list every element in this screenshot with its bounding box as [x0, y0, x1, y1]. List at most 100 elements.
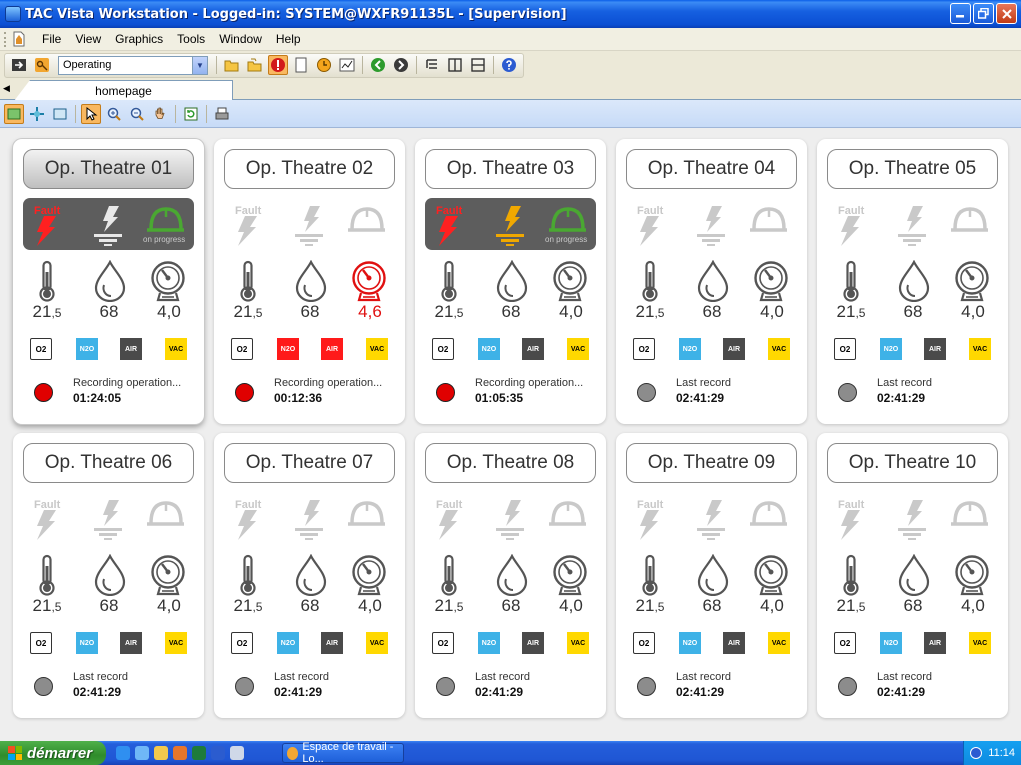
thermometer-icon	[238, 554, 258, 596]
event-button[interactable]	[314, 55, 334, 75]
trend-button[interactable]	[337, 55, 357, 75]
theatre-title-button[interactable]: Op. Theatre 09	[626, 443, 797, 483]
forward-button[interactable]	[391, 55, 411, 75]
fault-bolt-icon	[839, 216, 861, 246]
thermometer-icon	[439, 554, 459, 596]
tab-homepage[interactable]: homepage	[14, 80, 233, 101]
alarm-button[interactable]	[268, 55, 288, 75]
theatre-card: Op. Theatre 05 Fault 21,5 68 4,0 O2 N2O …	[817, 139, 1008, 424]
menu-graphics[interactable]: Graphics	[108, 32, 170, 46]
humidity-value: 68	[903, 596, 923, 615]
ie-icon[interactable]	[116, 746, 130, 760]
theatre-title-button[interactable]: Op. Theatre 03	[425, 149, 596, 189]
theatre-title-button[interactable]: Op. Theatre 08	[425, 443, 596, 483]
theatre-title-button[interactable]: Op. Theatre 05	[827, 149, 998, 189]
humidity-drop-icon	[493, 554, 531, 596]
excel-icon[interactable]	[192, 746, 206, 760]
on-progress-label: on progress	[545, 235, 588, 244]
fit-page-button[interactable]	[4, 103, 24, 124]
printer-icon	[215, 107, 229, 119]
hand-tool-button[interactable]	[150, 104, 170, 124]
split-horizontal-icon	[471, 58, 485, 72]
theatre-card: Op. Theatre 01 Fault on progress 21,5 68…	[13, 139, 204, 424]
fault-bolt-icon	[437, 510, 459, 540]
explorer-icon[interactable]	[154, 746, 168, 760]
fit-screen-button[interactable]	[50, 104, 70, 124]
theatre-title-button[interactable]: Op. Theatre 06	[23, 443, 194, 483]
windows-flag-icon	[8, 746, 22, 760]
theatre-title-button[interactable]: Op. Theatre 01	[23, 149, 194, 189]
taskbar-task-button[interactable]: Espace de travail - Lo...	[282, 741, 404, 765]
gas-air-label: AIR	[124, 639, 138, 647]
select-tool-button[interactable]	[81, 103, 101, 124]
theatre-title-button[interactable]: Op. Theatre 10	[827, 443, 998, 483]
gas-air-badge: AIR	[522, 632, 544, 654]
gas-air-label: AIR	[124, 345, 138, 353]
close-button[interactable]	[996, 3, 1017, 24]
record-time: 02:41:29	[877, 685, 926, 699]
start-button[interactable]: démarrer	[0, 741, 106, 765]
minimize-button[interactable]	[950, 3, 971, 24]
help-button[interactable]	[499, 55, 519, 75]
window-icon[interactable]	[230, 746, 244, 760]
zoom-out-button[interactable]	[127, 104, 147, 124]
temperature-value: 21,5	[620, 302, 680, 322]
gas-n2o-label: N2O	[883, 639, 899, 647]
open-folder-button[interactable]	[222, 55, 242, 75]
gas-vac-badge: VAC	[165, 338, 187, 360]
menu-view[interactable]: View	[68, 32, 108, 46]
folders-button[interactable]	[245, 55, 265, 75]
theatre-card: Op. Theatre 07 Fault 21,5 68 4,0 O2 N2O …	[214, 433, 405, 718]
humidity-drop-icon	[694, 554, 732, 596]
volume-icon[interactable]	[970, 747, 983, 759]
print-button[interactable]	[212, 104, 232, 124]
word-icon[interactable]	[211, 746, 225, 760]
temperature-int: 21	[233, 596, 253, 615]
humidity-drop-icon	[292, 554, 330, 596]
humidity-value: 68	[702, 302, 722, 321]
theatre-title-button[interactable]: Op. Theatre 02	[224, 149, 395, 189]
zoom-in-button[interactable]	[104, 104, 124, 124]
menu-window[interactable]: Window	[212, 32, 269, 46]
gas-air-badge: AIR	[321, 632, 343, 654]
gas-n2o-label: N2O	[280, 639, 296, 647]
alarm-icon	[271, 58, 285, 72]
restore-button[interactable]	[973, 3, 994, 24]
record-time: 02:41:29	[475, 685, 524, 699]
temperature-decimal: ,5	[855, 600, 866, 614]
menu-file[interactable]: File	[35, 32, 68, 46]
menu-help[interactable]: Help	[269, 32, 308, 46]
pan-button[interactable]	[27, 104, 47, 124]
document-icon[interactable]	[11, 31, 27, 47]
desktop-icon[interactable]	[135, 746, 149, 760]
temperature-decimal: ,5	[51, 306, 62, 320]
mode-select[interactable]: Operating ▼	[58, 55, 208, 75]
gas-o2-label: O2	[35, 344, 47, 354]
back-button[interactable]	[368, 55, 388, 75]
key-button[interactable]	[32, 55, 52, 75]
split-horizontal-button[interactable]	[468, 55, 488, 75]
gas-n2o-badge: N2O	[76, 338, 98, 360]
refresh-button[interactable]	[181, 104, 201, 124]
graphics-toolbar	[0, 100, 1021, 128]
tree-view-button[interactable]	[422, 55, 442, 75]
status-panel: Fault	[827, 492, 998, 544]
firefox-icon[interactable]	[173, 746, 187, 760]
chevron-down-icon[interactable]: ▼	[192, 56, 207, 74]
record-label: Recording operation...	[475, 377, 584, 389]
logout-button[interactable]	[9, 55, 29, 75]
split-vertical-button[interactable]	[445, 55, 465, 75]
tab-scroll-left-icon[interactable]: ◀	[3, 83, 10, 94]
gas-air-badge: AIR	[120, 632, 142, 654]
theatre-title-button[interactable]: Op. Theatre 07	[224, 443, 395, 483]
temperature-decimal: ,5	[252, 600, 263, 614]
gas-n2o-label: N2O	[481, 639, 497, 647]
theatre-card: Op. Theatre 08 Fault 21,5 68 4,0 O2 N2O …	[415, 433, 606, 718]
gas-o2-badge: O2	[231, 338, 253, 360]
status-panel: Fault	[626, 492, 797, 544]
page-button[interactable]	[291, 55, 311, 75]
record-time: 02:41:29	[877, 391, 926, 405]
theatre-title-button[interactable]: Op. Theatre 04	[626, 149, 797, 189]
earth-bolt-icon	[90, 206, 126, 246]
menu-tools[interactable]: Tools	[170, 32, 212, 46]
